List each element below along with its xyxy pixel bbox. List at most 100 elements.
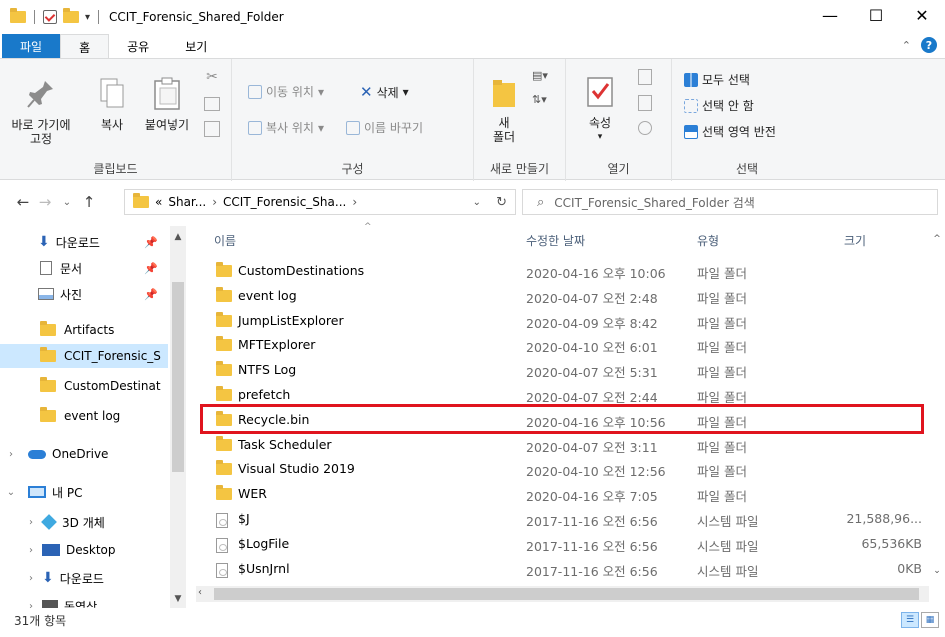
up-arrow-icon[interactable]: ↑: [78, 193, 100, 211]
breadcrumb-separator-icon[interactable]: ›: [212, 195, 217, 209]
column-header-size[interactable]: 크기: [844, 232, 866, 249]
nav-item-event-log[interactable]: event log: [0, 404, 168, 428]
nav-item-downloads[interactable]: ⬇ 다운로드 📌: [0, 230, 168, 254]
copy-to-button[interactable]: 복사 위치 ▾: [248, 119, 324, 136]
scroll-down-icon[interactable]: ▼: [170, 594, 186, 604]
nav-item-customdestinations[interactable]: CustomDestinat: [0, 374, 168, 398]
breadcrumb-item[interactable]: CCIT_Forensic_Sha...: [223, 195, 346, 209]
open-icon[interactable]: [638, 69, 652, 85]
nav-item-artifacts[interactable]: Artifacts: [0, 318, 168, 342]
table-row[interactable]: $LogFile 2017-11-16 오전 6:56 시스템 파일 65,536KB: [196, 531, 926, 556]
scroll-left-icon[interactable]: ‹: [198, 587, 202, 598]
table-row[interactable]: $J 2017-11-16 오전 6:56 시스템 파일 21,588,96...: [196, 506, 926, 531]
expand-chevron-icon[interactable]: ›: [24, 545, 38, 556]
new-item-icon[interactable]: ▤▾: [532, 69, 548, 82]
open-group: 속성 ▾ 열기: [566, 59, 672, 181]
breadcrumb-separator-icon[interactable]: ›: [352, 195, 357, 209]
nav-item-pictures[interactable]: 사진 📌: [0, 282, 168, 306]
forward-arrow-icon[interactable]: →: [34, 193, 56, 211]
expand-chevron-icon[interactable]: ›: [24, 573, 38, 584]
column-header-date[interactable]: 수정한 날짜: [526, 232, 585, 249]
copy-path-icon[interactable]: [204, 97, 220, 111]
cut-icon[interactable]: ✂: [202, 69, 222, 85]
scroll-down-icon[interactable]: ⌄: [929, 566, 945, 576]
history-icon[interactable]: [638, 121, 652, 135]
copy-button[interactable]: 복사: [92, 77, 132, 132]
details-view-icon[interactable]: ☰: [901, 612, 919, 628]
tab-home[interactable]: 홈: [60, 34, 110, 59]
pin-icon[interactable]: 📌: [144, 262, 158, 275]
tab-share[interactable]: 공유: [109, 34, 167, 58]
recent-locations-chevron-icon[interactable]: ⌄: [56, 197, 78, 208]
scroll-up-icon[interactable]: ▲: [170, 232, 186, 242]
column-header-type[interactable]: 유형: [697, 232, 719, 249]
tab-file[interactable]: 파일: [2, 34, 61, 58]
pin-to-quick-access-button[interactable]: 바로 가기에 고정: [6, 77, 76, 146]
nav-pane-scrollbar[interactable]: ▲ ▼: [170, 226, 186, 608]
table-row[interactable]: $UsnJrnl 2017-11-16 오전 6:56 시스템 파일 0KB: [196, 556, 926, 581]
move-to-button[interactable]: 이동 위치 ▾: [248, 83, 324, 100]
invert-selection-button[interactable]: 선택 영역 반전: [684, 123, 776, 140]
file-date: 2020-04-07 오전 3:11: [526, 439, 658, 455]
new-folder-icon[interactable]: [63, 8, 79, 23]
file-name: Task Scheduler: [238, 436, 332, 452]
properties-check-icon[interactable]: [43, 10, 57, 24]
expand-chevron-icon[interactable]: ›: [24, 517, 38, 528]
table-row[interactable]: event log 2020-04-07 오전 2:48 파일 폴더: [196, 283, 926, 308]
collapse-ribbon-icon[interactable]: ⌃: [902, 39, 911, 52]
back-arrow-icon[interactable]: ←: [12, 193, 34, 211]
easy-access-icon[interactable]: ⇅▾: [532, 93, 547, 106]
new-folder-button[interactable]: 새 폴더: [484, 75, 524, 144]
nav-item-onedrive[interactable]: › OneDrive: [0, 442, 168, 466]
table-row[interactable]: Visual Studio 2019 2020-04-10 오전 12:56 파일 …: [196, 456, 926, 481]
table-row[interactable]: NTFS Log 2020-04-07 오전 5:31 파일 폴더: [196, 357, 926, 382]
nav-item-ccit-forensic[interactable]: CCIT_Forensic_S: [0, 344, 168, 368]
large-icons-view-icon[interactable]: ▦: [921, 612, 939, 628]
edit-icon[interactable]: [638, 95, 652, 111]
maximize-button[interactable]: ☐: [853, 0, 899, 30]
address-dropdown-icon[interactable]: ⌄: [473, 197, 481, 208]
file-date: 2020-04-16 오후 10:06: [526, 266, 666, 281]
nav-item-documents[interactable]: 문서 📌: [0, 256, 168, 280]
customize-quick-access-icon[interactable]: ▾: [85, 12, 90, 23]
nav-item-desktop[interactable]: › Desktop: [0, 538, 168, 562]
file-date: 2020-04-10 오전 12:56: [526, 464, 666, 480]
column-header-name[interactable]: 이름: [214, 232, 236, 249]
breadcrumb-item[interactable]: Shar...: [168, 195, 206, 209]
table-row[interactable]: CustomDestinations 2020-04-16 오후 10:06 파일 …: [196, 258, 926, 283]
refresh-icon[interactable]: ↻: [496, 195, 507, 210]
table-row[interactable]: WER 2020-04-16 오후 7:05 파일 폴더: [196, 481, 926, 506]
nav-item-3d-objects[interactable]: › 3D 개체: [0, 510, 168, 534]
select-all-button[interactable]: 모두 선택: [684, 71, 750, 88]
table-row[interactable]: MFTExplorer 2020-04-10 오전 6:01 파일 폴더: [196, 332, 926, 357]
select-none-button[interactable]: 선택 안 함: [684, 97, 754, 114]
properties-button[interactable]: 속성 ▾: [578, 75, 622, 144]
expand-chevron-icon[interactable]: ›: [4, 449, 18, 460]
collapse-chevron-icon[interactable]: ⌄: [4, 487, 18, 498]
nav-pane-scroll-thumb[interactable]: [172, 282, 184, 472]
tab-view[interactable]: 보기: [167, 34, 225, 58]
pin-icon[interactable]: 📌: [144, 288, 158, 301]
search-input[interactable]: ⌕ CCIT_Forensic_Shared_Folder 검색: [522, 189, 938, 215]
properties-icon: [587, 77, 613, 107]
horizontal-scrollbar[interactable]: ‹: [196, 586, 929, 602]
minimize-button[interactable]: —: [807, 0, 853, 30]
delete-button[interactable]: ✕ 삭제 ▾: [360, 83, 409, 101]
scroll-up-icon[interactable]: ^: [929, 234, 945, 244]
nav-item-this-pc[interactable]: ⌄ 내 PC: [0, 480, 168, 504]
file-list-scrollbar[interactable]: ^ ⌄: [929, 226, 945, 586]
pin-icon[interactable]: 📌: [144, 236, 158, 249]
cube-icon: [41, 514, 57, 530]
nav-item-downloads-pc[interactable]: › ⬇ 다운로드: [0, 566, 168, 590]
file-name: $J: [238, 511, 250, 526]
table-row[interactable]: Task Scheduler 2020-04-07 오전 3:11 파일 폴더: [196, 432, 926, 457]
rename-button[interactable]: 이름 바꾸기: [346, 119, 423, 136]
breadcrumb-overflow[interactable]: «: [155, 195, 162, 209]
help-icon[interactable]: ?: [921, 37, 937, 53]
paste-shortcut-icon[interactable]: [204, 121, 220, 137]
close-button[interactable]: ✕: [899, 0, 945, 30]
table-row[interactable]: JumpListExplorer 2020-04-09 오후 8:42 파일 폴더: [196, 308, 926, 333]
address-bar[interactable]: « Shar... › CCIT_Forensic_Sha... › ⌄ ↻: [124, 189, 516, 215]
paste-button[interactable]: 붙여넣기: [140, 77, 194, 132]
horizontal-scroll-thumb[interactable]: [214, 588, 919, 600]
